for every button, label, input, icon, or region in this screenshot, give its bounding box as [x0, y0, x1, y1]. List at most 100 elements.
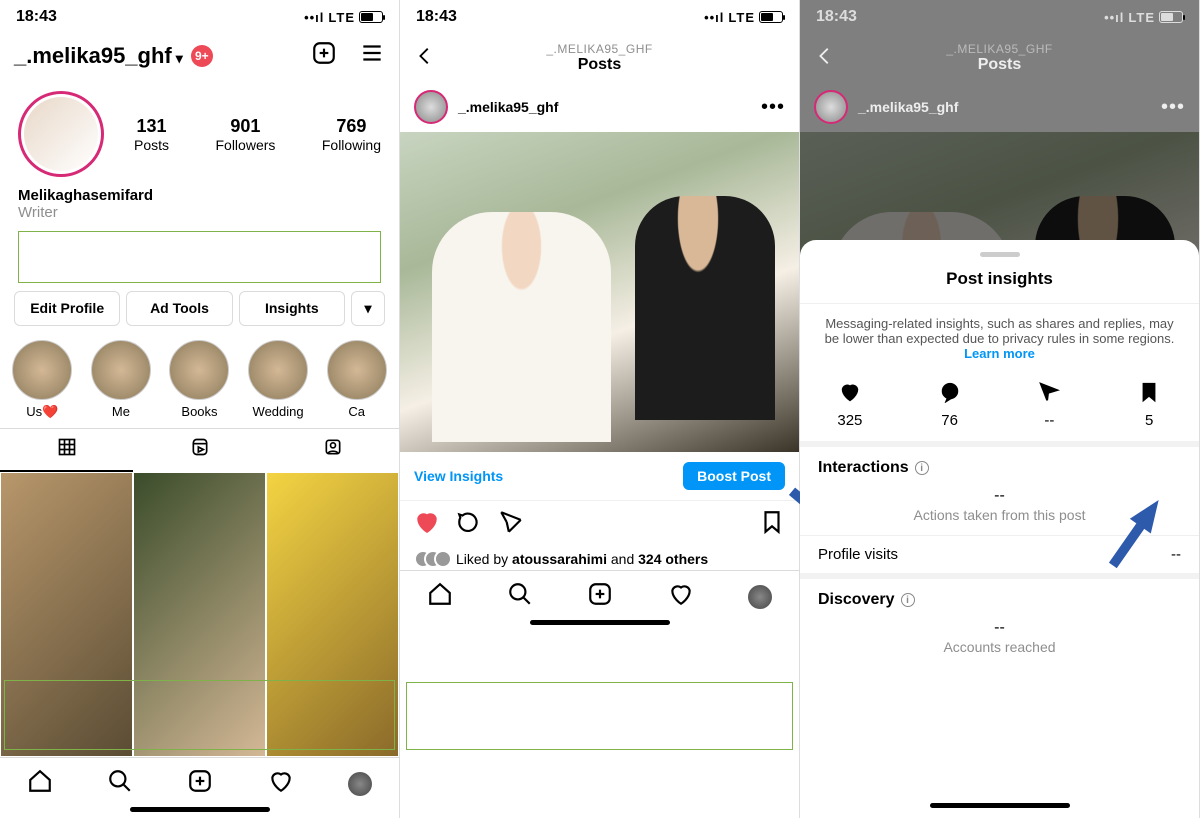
- highlight-item[interactable]: Ca: [324, 340, 389, 420]
- new-post-icon[interactable]: [587, 581, 613, 612]
- insights-sheet[interactable]: Post insights Messaging-related insights…: [800, 240, 1199, 818]
- header-username: _.MELIKA95_GHF: [436, 42, 763, 56]
- boost-post-button[interactable]: Boost Post: [683, 462, 785, 490]
- highlight-item[interactable]: Wedding: [246, 340, 311, 420]
- post-header: _.MELIKA95_GHF Posts: [400, 34, 799, 82]
- liked-by-row[interactable]: Liked by atoussarahimi and 324 others: [400, 548, 799, 570]
- highlight-item[interactable]: Books: [167, 340, 232, 420]
- status-bar: 18:43 ••ılLTE: [0, 0, 399, 34]
- suggestions-button[interactable]: ▾: [351, 291, 385, 326]
- status-right: ••ılLTE: [304, 10, 383, 25]
- bottom-nav: [400, 570, 799, 616]
- comment-icon[interactable]: [456, 509, 482, 540]
- edit-profile-button[interactable]: Edit Profile: [14, 291, 120, 326]
- display-name: Melikaghasemifard: [18, 187, 381, 204]
- redaction-box: [406, 682, 793, 750]
- profile-screen: 18:43 ••ılLTE _.melika95_ghf▾ 9+ 131Post…: [0, 0, 400, 818]
- metric-shares: --: [1000, 381, 1100, 429]
- home-indicator: [130, 807, 270, 812]
- new-post-icon[interactable]: [187, 768, 213, 799]
- sheet-title: Post insights: [800, 269, 1199, 304]
- highlights-row[interactable]: Us❤️ Me Books Wedding Ca: [0, 336, 399, 428]
- poster-username[interactable]: _.melika95_ghf: [458, 99, 558, 115]
- poster-row: _.melika95_ghf •••: [800, 82, 1199, 132]
- insights-screen: 18:43 ••ılLTE _.MELIKA95_GHFPosts _.meli…: [800, 0, 1200, 818]
- reels-tab[interactable]: [133, 429, 266, 472]
- learn-more-link[interactable]: Learn more: [964, 346, 1035, 361]
- bio-section: Melikaghasemifard Writer: [0, 183, 399, 227]
- redaction-box: [18, 231, 381, 283]
- save-icon[interactable]: [759, 509, 785, 540]
- grid-tab[interactable]: [0, 429, 133, 472]
- status-bar: 18:43 ••ılLTE: [800, 0, 1199, 34]
- home-icon[interactable]: [427, 581, 453, 612]
- username-dropdown[interactable]: _.melika95_ghf▾: [14, 43, 183, 69]
- view-insights-link[interactable]: View Insights: [414, 468, 503, 484]
- activity-icon[interactable]: [668, 581, 694, 612]
- insights-row: View Insights Boost Post: [400, 452, 799, 501]
- sheet-grabber[interactable]: [980, 252, 1020, 257]
- more-options-icon[interactable]: •••: [1161, 96, 1185, 119]
- status-right: ••ılLTE: [704, 10, 783, 25]
- profile-visits-row: Profile visits--: [800, 535, 1199, 573]
- privacy-notice: Messaging-related insights, such as shar…: [800, 304, 1199, 373]
- home-indicator: [930, 803, 1070, 808]
- status-time: 18:43: [816, 8, 857, 26]
- like-icon[interactable]: [414, 509, 440, 540]
- profile-buttons: Edit Profile Ad Tools Insights ▾: [0, 291, 399, 336]
- status-right: ••ılLTE: [1104, 10, 1183, 25]
- status-time: 18:43: [416, 8, 457, 26]
- search-icon[interactable]: [107, 768, 133, 799]
- poster-avatar[interactable]: [814, 90, 848, 124]
- discovery-section: Discoveryi -- Accounts reached: [800, 579, 1199, 667]
- battery-icon: [1159, 11, 1183, 23]
- metric-saves: 5: [1099, 381, 1199, 429]
- stat-following[interactable]: 769Following: [322, 116, 381, 153]
- profile-avatar[interactable]: [18, 91, 104, 177]
- menu-button[interactable]: [359, 40, 385, 71]
- profile-stats: 131Posts 901Followers 769Following: [0, 81, 399, 183]
- post-screen: 18:43 ••ılLTE _.MELIKA95_GHF Posts _.mel…: [400, 0, 800, 818]
- stat-posts[interactable]: 131Posts: [134, 116, 169, 153]
- search-icon[interactable]: [507, 581, 533, 612]
- profile-nav-icon[interactable]: [348, 772, 372, 796]
- info-icon[interactable]: i: [901, 593, 915, 607]
- profile-tabs: [0, 428, 399, 472]
- poster-avatar[interactable]: [414, 90, 448, 124]
- status-time: 18:43: [16, 8, 57, 26]
- home-icon[interactable]: [27, 768, 53, 799]
- post-image[interactable]: [400, 132, 799, 452]
- bottom-nav: [0, 757, 399, 803]
- status-bar: 18:43 ••ılLTE: [400, 0, 799, 34]
- header-title: Posts: [436, 56, 763, 74]
- poster-row: _.melika95_ghf •••: [400, 82, 799, 132]
- back-button[interactable]: [414, 45, 436, 72]
- tagged-tab[interactable]: [266, 429, 399, 472]
- liker-avatars: [414, 550, 450, 568]
- info-icon[interactable]: i: [915, 461, 929, 475]
- metric-likes: 325: [800, 381, 900, 429]
- battery-icon: [759, 11, 783, 23]
- share-icon[interactable]: [498, 509, 524, 540]
- home-indicator: [530, 620, 670, 625]
- notification-badge: 9+: [191, 45, 213, 67]
- back-button[interactable]: [814, 45, 836, 72]
- ad-tools-button[interactable]: Ad Tools: [126, 291, 232, 326]
- profile-nav-icon[interactable]: [748, 585, 772, 609]
- post-actions: [400, 501, 799, 548]
- create-button[interactable]: [311, 40, 337, 71]
- highlight-item[interactable]: Me: [89, 340, 154, 420]
- bio-category: Writer: [18, 204, 381, 221]
- post-header: _.MELIKA95_GHFPosts: [800, 34, 1199, 82]
- stat-followers[interactable]: 901Followers: [215, 116, 275, 153]
- profile-header: _.melika95_ghf▾ 9+: [0, 34, 399, 81]
- interactions-section: Interactionsi -- Actions taken from this…: [800, 447, 1199, 535]
- metric-row: 325 76 -- 5: [800, 373, 1199, 441]
- redaction-box: [4, 680, 395, 750]
- battery-icon: [359, 11, 383, 23]
- activity-icon[interactable]: [268, 768, 294, 799]
- insights-button[interactable]: Insights: [239, 291, 345, 326]
- more-options-icon[interactable]: •••: [761, 96, 785, 119]
- highlight-item[interactable]: Us❤️: [10, 340, 75, 420]
- metric-comments: 76: [900, 381, 1000, 429]
